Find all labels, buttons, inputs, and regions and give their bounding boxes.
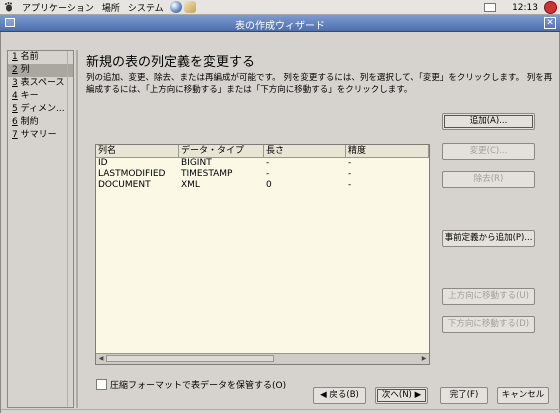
mail-icon[interactable]: [183, 1, 196, 13]
window-titlebar[interactable]: 表の作成ウィザード ✕: [0, 15, 560, 32]
wizard-step-list: 1 名前 2 列 3 表スペース 4 キー 5 ディメン... 6 制約 7 サ…: [7, 50, 74, 408]
cell-name: DOCUMENT: [98, 180, 151, 190]
cell-precision: -: [348, 158, 352, 168]
table-row[interactable]: ID BIGINT - -: [96, 158, 429, 169]
cell-datatype: BIGINT: [181, 158, 212, 168]
step-item-tablespace[interactable]: 3 表スペース: [8, 77, 73, 90]
close-icon[interactable]: ✕: [544, 17, 556, 29]
cell-datatype: XML: [181, 180, 200, 190]
clock[interactable]: 12:13: [512, 3, 538, 13]
cell-length: -: [266, 158, 270, 168]
column-header-length[interactable]: 長さ: [264, 145, 346, 157]
column-header-name[interactable]: 列名: [96, 145, 179, 157]
page-heading: 新規の表の列定義を変更する: [86, 55, 256, 70]
footer-divider: [1, 409, 560, 410]
cell-datatype: TIMESTAMP: [181, 169, 233, 179]
back-button[interactable]: ◀ 戻る(B): [313, 387, 366, 404]
notes-icon[interactable]: [484, 3, 497, 12]
change-button[interactable]: 変更(C)...: [442, 143, 535, 160]
top-panel: アプリケーション 場所 システム 12:13: [0, 0, 560, 15]
move-up-button[interactable]: 上方向に移動する(U): [442, 288, 535, 305]
step-item-constraints[interactable]: 6 制約: [8, 116, 73, 129]
cell-name: ID: [98, 158, 108, 168]
pane-divider[interactable]: [76, 50, 78, 408]
cell-length: 0: [266, 180, 272, 190]
add-predefined-button[interactable]: 事前定義から追加(P)...: [442, 230, 535, 247]
cell-length: -: [266, 169, 270, 179]
step-item-keys[interactable]: 4 キー: [8, 90, 73, 103]
foot-icon[interactable]: [4, 2, 14, 12]
next-button[interactable]: 次へ(N) ▶: [375, 387, 428, 404]
page-description: 列の追加、変更、除去、または再編成が可能です。 列を変更するには、列を選択して、…: [86, 73, 553, 95]
step-item-name[interactable]: 1 名前: [8, 51, 73, 64]
finish-button[interactable]: 完了(F): [440, 387, 488, 404]
menu-system[interactable]: システム: [128, 1, 164, 14]
remove-button[interactable]: 除去(R): [442, 171, 535, 188]
move-down-button[interactable]: 下方向に移動する(D): [442, 316, 535, 333]
browser-icon[interactable]: [169, 1, 182, 13]
column-table[interactable]: 列名 データ・タイプ 長さ 精度 ID BIGINT - - LASTMODIF…: [95, 144, 430, 365]
cell-precision: -: [348, 169, 352, 179]
step-item-columns[interactable]: 2 列: [8, 64, 73, 77]
compress-checkbox[interactable]: [96, 379, 107, 390]
scroll-left-icon[interactable]: ◀: [97, 355, 105, 363]
add-button[interactable]: 追加(A)...: [442, 113, 535, 130]
menu-applications[interactable]: アプリケーション: [22, 1, 94, 14]
table-horizontal-scrollbar[interactable]: ◀ ▶: [96, 353, 429, 364]
step-list-scrollbar[interactable]: [67, 51, 73, 407]
cell-name: LASTMODIFIED: [98, 169, 166, 179]
cell-precision: -: [348, 180, 352, 190]
cancel-button[interactable]: キャンセル: [497, 387, 549, 404]
window-title: 表の作成ウィザード: [235, 21, 325, 32]
table-header: 列名 データ・タイプ 長さ 精度: [96, 145, 429, 158]
volume-icon[interactable]: [544, 1, 557, 14]
compress-option[interactable]: 圧縮フォーマットで表データを保管する(O): [96, 378, 286, 391]
table-row[interactable]: DOCUMENT XML 0 -: [96, 180, 429, 191]
step-item-dimensions[interactable]: 5 ディメン...: [8, 103, 73, 116]
column-header-precision[interactable]: 精度: [346, 145, 429, 157]
scrollbar-thumb[interactable]: [106, 355, 274, 362]
wizard-window: 1 名前 2 列 3 表スペース 4 キー 5 ディメン... 6 制約 7 サ…: [0, 32, 560, 413]
scroll-right-icon[interactable]: ▶: [420, 355, 428, 363]
step-item-summary[interactable]: 7 サマリー: [8, 129, 73, 142]
menu-places[interactable]: 場所: [102, 1, 120, 14]
column-header-datatype[interactable]: データ・タイプ: [179, 145, 264, 157]
table-row[interactable]: LASTMODIFIED TIMESTAMP - -: [96, 169, 429, 180]
compress-checkbox-label: 圧縮フォーマットで表データを保管する(O): [110, 381, 287, 391]
